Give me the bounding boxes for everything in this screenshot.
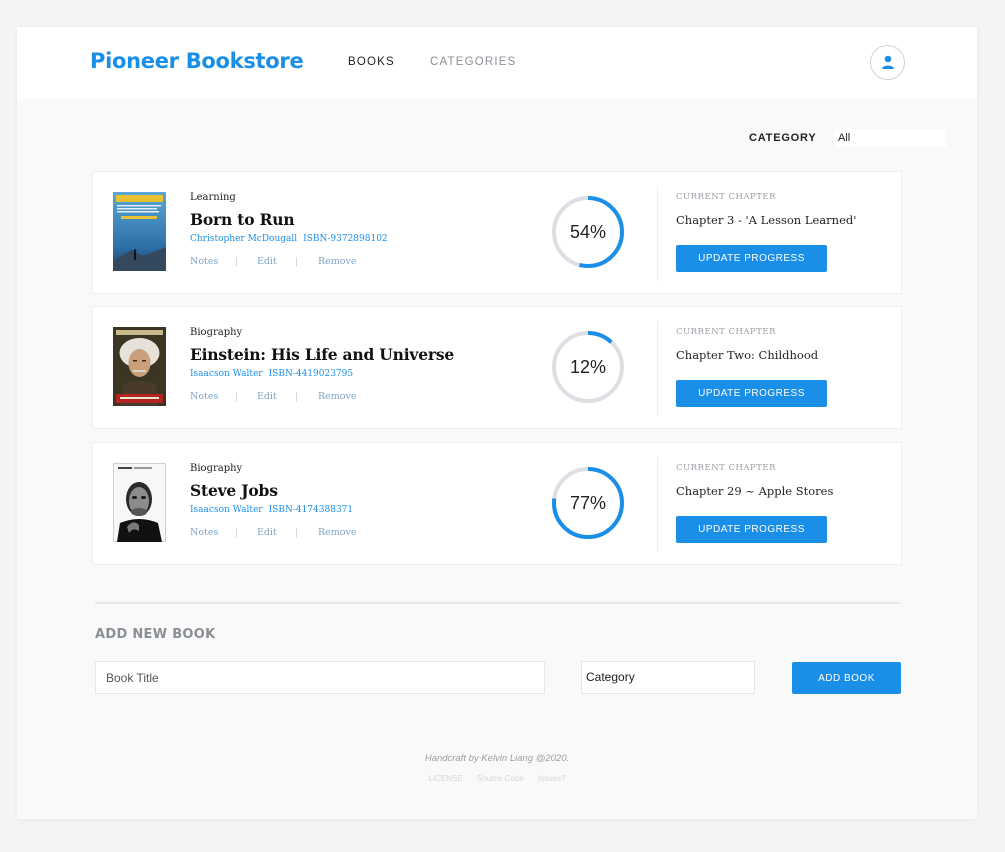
- book-category: Biography: [190, 463, 243, 474]
- nav-categories[interactable]: CATEGORIES: [430, 56, 517, 68]
- book-cover-image[interactable]: [113, 463, 166, 542]
- book-card: Learning Born to Run Christopher McDouga…: [92, 171, 902, 294]
- current-chapter-label: CURRENT CHAPTER: [676, 327, 777, 337]
- book-category: Learning: [190, 192, 236, 203]
- brand-logo[interactable]: Pioneer Bookstore: [90, 49, 304, 73]
- progress-ring: 12%: [551, 330, 625, 404]
- add-book-button[interactable]: ADD BOOK: [792, 662, 901, 694]
- book-cover-image[interactable]: [113, 327, 166, 406]
- book-meta: Isaacson Walter ISBN-4174388371: [190, 505, 353, 515]
- current-chapter: Chapter 3 - 'A Lesson Learned': [676, 213, 857, 227]
- book-card: Biography Steve Jobs Isaacson Walter ISBN…: [92, 442, 902, 565]
- current-chapter-label: CURRENT CHAPTER: [676, 192, 777, 202]
- section-divider: [95, 602, 900, 604]
- add-book-heading: ADD NEW BOOK: [95, 627, 216, 642]
- footer-credit: Handcraft by Kelvin Liang @2020.: [424, 753, 570, 764]
- edit-link[interactable]: Edit: [257, 256, 277, 267]
- category-filter-label: CATEGORY: [749, 132, 817, 144]
- card-divider: [657, 457, 658, 552]
- progress-ring: 54%: [551, 195, 625, 269]
- action-divider: |: [235, 391, 239, 402]
- action-divider: |: [235, 527, 239, 538]
- nav-books[interactable]: BOOKS: [348, 56, 395, 68]
- book-title-input[interactable]: [95, 661, 545, 694]
- action-divider: |: [295, 256, 299, 267]
- book-title[interactable]: Einstein: His Life and Universe: [190, 345, 454, 364]
- book-isbn: ISBN-4419023795: [268, 369, 354, 379]
- action-divider: |: [295, 527, 299, 538]
- app-window: Pioneer Bookstore BOOKS CATEGORIES CATEG…: [17, 27, 977, 819]
- user-avatar-button[interactable]: [870, 45, 905, 80]
- category-filter-select[interactable]: All: [834, 129, 946, 147]
- action-divider: |: [235, 256, 239, 267]
- edit-link[interactable]: Edit: [257, 527, 277, 538]
- notes-link[interactable]: Notes: [190, 256, 218, 267]
- update-progress-button[interactable]: UPDATE PROGRESS: [676, 245, 827, 272]
- remove-link[interactable]: Remove: [318, 391, 357, 402]
- source-code-link[interactable]: Source Code: [477, 774, 524, 783]
- top-navbar: Pioneer Bookstore BOOKS CATEGORIES: [17, 27, 977, 99]
- card-divider: [657, 321, 658, 416]
- progress-percent: 12%: [569, 357, 607, 377]
- book-card: Biography Einstein: His Life and Univers…: [92, 306, 902, 429]
- card-divider: [657, 186, 658, 281]
- book-cover-image[interactable]: [113, 192, 166, 271]
- book-meta: Isaacson Walter ISBN-4419023795: [190, 369, 353, 379]
- book-isbn: ISBN-9372898102: [303, 234, 388, 244]
- notes-link[interactable]: Notes: [190, 527, 218, 538]
- book-isbn: ISBN-4174388371: [268, 505, 354, 515]
- notes-link[interactable]: Notes: [190, 391, 218, 402]
- book-author[interactable]: Isaacson Walter: [190, 505, 263, 515]
- progress-percent: 77%: [569, 493, 607, 513]
- book-author[interactable]: Christopher McDougall: [190, 234, 297, 244]
- remove-link[interactable]: Remove: [318, 256, 357, 267]
- user-icon: [882, 55, 894, 69]
- remove-link[interactable]: Remove: [318, 527, 357, 538]
- footer-links: LICENSE Source Code Issues?: [17, 774, 977, 783]
- current-chapter-label: CURRENT CHAPTER: [676, 463, 777, 473]
- update-progress-button[interactable]: UPDATE PROGRESS: [676, 516, 827, 543]
- book-title[interactable]: Steve Jobs: [190, 481, 278, 500]
- current-chapter: Chapter Two: Childhood: [676, 348, 819, 362]
- edit-link[interactable]: Edit: [257, 391, 277, 402]
- progress-ring: 77%: [551, 466, 625, 540]
- update-progress-button[interactable]: UPDATE PROGRESS: [676, 380, 827, 407]
- action-divider: |: [295, 391, 299, 402]
- progress-percent: 54%: [569, 222, 607, 242]
- book-meta: Christopher McDougall ISBN-9372898102: [190, 234, 388, 244]
- category-select[interactable]: Category: [581, 661, 755, 694]
- license-link[interactable]: LICENSE: [429, 774, 463, 783]
- book-category: Biography: [190, 327, 243, 338]
- book-author[interactable]: Isaacson Walter: [190, 369, 263, 379]
- book-title[interactable]: Born to Run: [190, 210, 295, 229]
- current-chapter: Chapter 29 ~ Apple Stores: [676, 484, 834, 498]
- issues-link[interactable]: Issues?: [538, 774, 566, 783]
